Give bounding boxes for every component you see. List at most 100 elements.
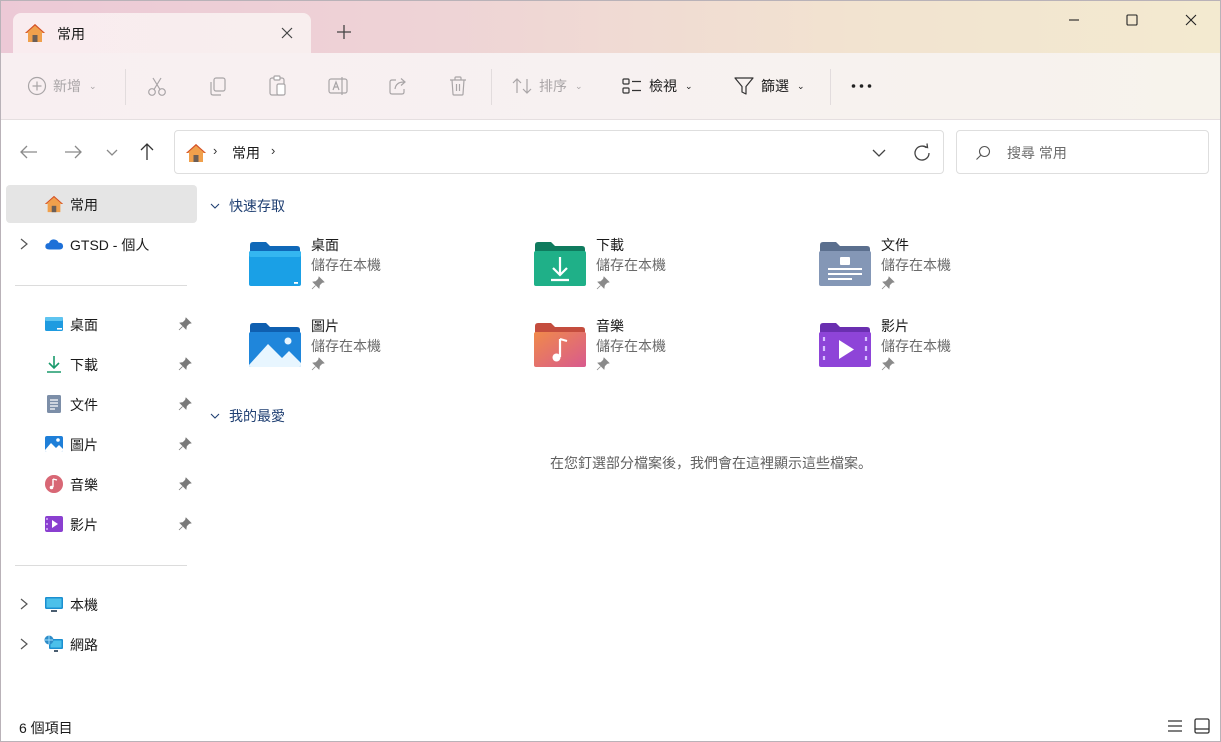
folder-name: 文件 — [881, 237, 909, 253]
network-icon — [44, 635, 63, 652]
maximize-icon[interactable] — [1109, 9, 1155, 33]
folder-name: 圖片 — [311, 318, 339, 334]
toolbar-divider — [125, 69, 126, 105]
downloads-folder-icon — [534, 242, 586, 286]
refresh-icon[interactable] — [911, 142, 933, 164]
breadcrumb-separator-icon[interactable]: › — [213, 143, 217, 158]
sidebar-item-label: 桌面 — [70, 317, 98, 333]
favorites-label: 我的最愛 — [229, 408, 285, 424]
back-arrow-icon[interactable] — [17, 140, 41, 164]
folder-name: 桌面 — [311, 237, 339, 253]
tab-home[interactable]: 常用 — [13, 13, 311, 53]
sidebar-item-label: 常用 — [70, 197, 98, 213]
cut-icon[interactable] — [147, 71, 167, 101]
address-bar[interactable]: › 常用 › — [174, 130, 944, 174]
pin-icon[interactable] — [178, 357, 192, 371]
sidebar-item-network[interactable]: 網路 — [6, 625, 197, 663]
sidebar-item-this-pc[interactable]: 本機 — [6, 585, 197, 623]
pin-icon[interactable] — [178, 517, 192, 531]
pin-icon[interactable] — [178, 477, 192, 491]
sidebar-item-home[interactable]: 常用 — [6, 185, 197, 223]
home-icon — [186, 144, 206, 162]
documents-folder-icon — [819, 242, 871, 286]
home-icon — [44, 195, 64, 213]
file-explorer-window: 常用 新增 ⌄ 排序 ⌄ 檢視 ⌄ 篩選 ⌄ › 常用 › 搜尋 常用 常用 G… — [0, 0, 1221, 742]
chevron-down-icon: ⌄ — [89, 80, 97, 91]
new-button[interactable]: 新增 ⌄ — [27, 71, 97, 101]
toolbar-divider — [830, 69, 831, 105]
sidebar-item-label: GTSD - 個人 — [70, 237, 150, 253]
sort-button[interactable]: 排序 ⌄ — [511, 71, 583, 101]
search-box[interactable] — [956, 130, 1209, 174]
folder-tile-music[interactable]: 音樂 儲存在本機 — [533, 316, 793, 384]
folder-tile-documents[interactable]: 文件 儲存在本機 — [818, 235, 1078, 303]
forward-arrow-icon[interactable] — [61, 140, 85, 164]
breadcrumb-home[interactable]: 常用 — [232, 143, 260, 163]
large-icons-view-icon[interactable] — [1193, 717, 1211, 735]
close-tab-icon[interactable] — [277, 23, 297, 43]
title-bar: 常用 — [1, 1, 1220, 53]
collapse-chevron-icon — [210, 413, 220, 419]
pin-icon[interactable] — [178, 317, 192, 331]
paste-icon[interactable] — [267, 71, 289, 101]
folder-tile-pictures[interactable]: 圖片 儲存在本機 — [248, 316, 508, 384]
up-arrow-icon[interactable] — [135, 140, 159, 164]
folder-name: 音樂 — [596, 318, 624, 334]
onedrive-cloud-icon — [45, 239, 64, 250]
expand-chevron-icon[interactable] — [18, 637, 30, 651]
delete-icon[interactable] — [447, 71, 469, 101]
details-view-icon[interactable] — [1166, 717, 1184, 735]
folder-name: 下載 — [596, 237, 624, 253]
address-history-chevron-icon[interactable] — [869, 143, 889, 163]
sidebar-item-downloads[interactable]: 下載 — [6, 345, 197, 383]
new-tab-icon[interactable] — [333, 21, 355, 43]
recent-locations-chevron-icon[interactable] — [100, 140, 124, 164]
share-icon[interactable] — [387, 71, 409, 101]
expand-chevron-icon[interactable] — [18, 237, 30, 251]
copy-icon[interactable] — [207, 71, 229, 101]
sidebar-item-videos[interactable]: 影片 — [6, 505, 197, 543]
expand-chevron-icon[interactable] — [18, 597, 30, 611]
sidebar-item-label: 文件 — [70, 397, 98, 413]
folder-location: 儲存在本機 — [596, 257, 666, 273]
sidebar-item-documents[interactable]: 文件 — [6, 385, 197, 423]
download-arrow-icon — [47, 356, 61, 373]
sidebar-divider — [15, 565, 187, 566]
folder-location: 儲存在本機 — [881, 338, 951, 354]
favorites-empty-message: 在您釘選部分檔案後，我們會在這裡顯示這些檔案。 — [550, 455, 872, 471]
pin-icon — [311, 276, 325, 290]
folder-tile-videos[interactable]: 影片 儲存在本機 — [818, 316, 1078, 384]
minimize-icon[interactable] — [1051, 9, 1097, 33]
videos-folder-icon — [819, 323, 871, 367]
music-note-icon — [45, 475, 63, 493]
close-window-icon[interactable] — [1167, 9, 1213, 33]
favorites-header[interactable]: 我的最愛 — [209, 406, 285, 426]
search-input[interactable] — [1007, 141, 1197, 165]
breadcrumb-separator-icon[interactable]: › — [271, 143, 275, 158]
chevron-down-icon: ⌄ — [685, 80, 693, 91]
sidebar-item-label: 圖片 — [70, 437, 98, 453]
sidebar-item-onedrive[interactable]: GTSD - 個人 — [6, 225, 197, 263]
command-bar: 新增 ⌄ 排序 ⌄ 檢視 ⌄ 篩選 ⌄ — [1, 53, 1220, 120]
folder-location: 儲存在本機 — [881, 257, 951, 273]
filter-button[interactable]: 篩選 ⌄ — [733, 71, 805, 101]
sidebar-item-desktop[interactable]: 桌面 — [6, 305, 197, 343]
view-label: 檢視 — [649, 78, 677, 94]
collapse-chevron-icon — [210, 203, 220, 209]
sidebar-item-music[interactable]: 音樂 — [6, 465, 197, 503]
filter-label: 篩選 — [761, 78, 789, 94]
chevron-down-icon: ⌄ — [575, 80, 583, 91]
pin-icon[interactable] — [178, 437, 192, 451]
pin-icon — [881, 276, 895, 290]
pin-icon[interactable] — [178, 397, 192, 411]
sidebar-item-pictures[interactable]: 圖片 — [6, 425, 197, 463]
rename-icon[interactable] — [327, 71, 349, 101]
quick-access-header[interactable]: 快速存取 — [209, 196, 285, 216]
view-button[interactable]: 檢視 ⌄ — [621, 71, 693, 101]
folder-name: 影片 — [881, 318, 909, 334]
item-count: 6 個項目 — [19, 720, 73, 736]
quick-access-label: 快速存取 — [229, 198, 285, 214]
folder-tile-downloads[interactable]: 下載 儲存在本機 — [533, 235, 793, 303]
folder-tile-desktop[interactable]: 桌面 儲存在本機 — [248, 235, 508, 303]
more-options-icon[interactable] — [850, 71, 874, 101]
